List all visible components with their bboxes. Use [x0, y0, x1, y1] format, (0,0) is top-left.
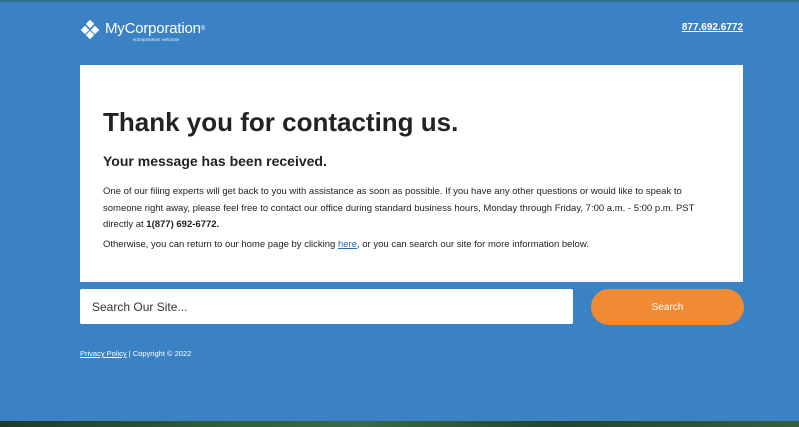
logo-name: MyCorporation®	[105, 20, 206, 37]
confirmation-card: Thank you for contacting us. Your messag…	[80, 65, 743, 282]
top-edge-divider	[0, 0, 799, 2]
home-link-text-after: , or you can search our site for more in…	[357, 239, 589, 250]
copyright-text: | Copyright © 2022	[126, 349, 192, 358]
home-link-paragraph: Otherwise, you can return to our home pa…	[103, 237, 719, 253]
home-link-text-before: Otherwise, you can return to our home pa…	[103, 239, 338, 250]
logo-tagline: entrepreneurs welcome	[133, 38, 180, 43]
page-title: Thank you for contacting us.	[103, 107, 459, 137]
contact-info-paragraph: One of our filing experts will get back …	[103, 184, 709, 234]
contact-phone: 1(877) 692-6772.	[146, 219, 220, 230]
privacy-policy-link[interactable]: Privacy Policy	[80, 349, 127, 358]
diamond-logo-icon	[80, 20, 102, 42]
home-page-link[interactable]: here	[338, 239, 357, 250]
header-phone-link[interactable]: 877.692.6772	[682, 22, 743, 33]
footer: Privacy Policy | Copyright © 2022	[80, 349, 191, 358]
search-button[interactable]: Search	[591, 289, 744, 325]
page-subtitle: Your message has been received.	[103, 153, 327, 169]
bottom-background-strip	[0, 421, 799, 427]
logo-text: MyCorporation® entrepreneurs welcome	[105, 20, 205, 43]
search-input[interactable]	[80, 289, 573, 324]
logo[interactable]: MyCorporation® entrepreneurs welcome	[80, 20, 205, 43]
registered-mark: ®	[200, 26, 206, 32]
